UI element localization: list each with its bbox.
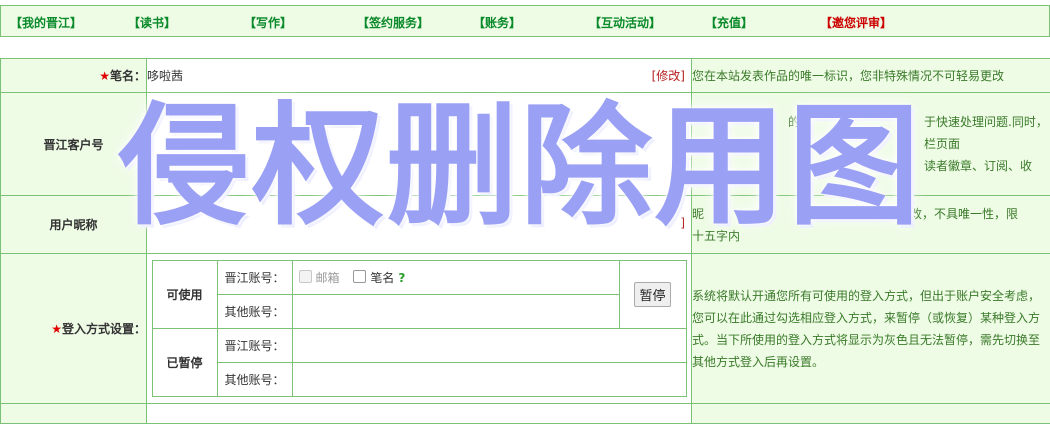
nav-interactive-events[interactable]: 【互动活动】: [589, 14, 661, 31]
customer-id-value-cell: [147, 93, 692, 196]
nickname-label: 用户昵称: [1, 196, 147, 254]
pause-button-cell: 暂停: [619, 261, 686, 329]
nickname-hint-fragment-a: 昵: [692, 203, 704, 225]
nickname-value-cell: ]: [147, 196, 692, 254]
nav-writing[interactable]: 【写作】: [244, 14, 292, 31]
pen-name-label: 笔名：: [110, 69, 146, 83]
penname-option-label: 笔名: [370, 271, 394, 285]
paused-jj-account-label: 晋江账号：: [217, 329, 292, 363]
required-star-icon: ★: [99, 69, 110, 83]
customer-id-hint-fragment-d: 读者徽章、订阅、收: [924, 155, 1032, 177]
nav-reading[interactable]: 【读书】: [128, 14, 176, 31]
nav-contract-service[interactable]: 【签约服务】: [357, 14, 429, 31]
pen-name-value-cell: 哆啦茜 [修改]: [147, 59, 692, 93]
penname-checkbox[interactable]: [353, 270, 366, 283]
nickname-hint-fragment-c: 十五字内: [692, 225, 1050, 247]
available-jj-account-label: 晋江账号：: [217, 261, 292, 295]
available-other-account-label: 其他账号：: [217, 295, 292, 329]
available-jj-account-options: 邮箱 笔名?: [292, 261, 619, 295]
pen-name-hint: 您在本站发表作品的唯一标识，您非特殊情况不可轻易更改: [692, 59, 1050, 93]
paused-group-label: 已暂停: [152, 329, 217, 397]
pen-name-value: 哆啦茜: [147, 69, 183, 83]
login-method-table: 可使用 晋江账号： 邮箱 笔名? 暂停 其他账号：: [152, 260, 687, 397]
pen-name-label-cell: ★笔名：: [1, 59, 147, 93]
login-method-row: ★登入方式设置： 可使用 晋江账号： 邮: [1, 254, 1050, 404]
paused-jj-account-options: [292, 329, 686, 363]
nickname-hint: 昵 修改，不具唯一性，限 十五字内: [692, 196, 1050, 254]
email-checkbox[interactable]: [299, 270, 312, 283]
customer-id-hint-fragment-c: 栏页面: [924, 133, 960, 155]
nickname-row: 用户昵称 ] 昵 修改，不具唯一性，限 十五字内: [1, 196, 1050, 254]
customer-id-row: 晋江客户号 的 于快速处理问题.同时， 栏页面 读者徽章、订阅、收: [1, 93, 1050, 196]
customer-id-label: 晋江客户号: [1, 93, 147, 196]
paused-other-account-options: [292, 363, 686, 397]
login-method-value-cell: 可使用 晋江账号： 邮箱 笔名? 暂停 其他账号：: [147, 254, 692, 404]
pen-name-modify-link[interactable]: [修改]: [652, 67, 685, 84]
login-method-label-cell: ★登入方式设置：: [1, 254, 147, 404]
nav-accounts[interactable]: 【账务】: [473, 14, 521, 31]
login-method-hint: 系统将默认开通您所有可使用的登入方式，但出于账户安全考虑，您可以在此通过勾选相应…: [692, 254, 1050, 404]
help-icon[interactable]: ?: [398, 271, 405, 285]
nav-invite-review[interactable]: 【邀您评审】: [820, 14, 892, 31]
next-row-hint-cell: [692, 404, 1050, 424]
pause-button[interactable]: 暂停: [634, 282, 670, 307]
nickname-hint-fragment-b: 修改，不具唯一性，限: [898, 203, 1018, 225]
customer-id-hint-fragment-a: 的: [788, 111, 800, 133]
available-other-account-options: [292, 295, 619, 329]
customer-id-hint: 的 于快速处理问题.同时， 栏页面 读者徽章、订阅、收: [692, 93, 1050, 196]
pen-name-row: ★笔名： 哆啦茜 [修改] 您在本站发表作品的唯一标识，您非特殊情况不可轻易更改: [1, 59, 1050, 93]
email-option-label: 邮箱: [316, 271, 340, 285]
customer-id-hint-fragment-b: 于快速处理问题.同时，: [924, 111, 1048, 133]
nav-recharge[interactable]: 【充值】: [705, 14, 753, 31]
top-nav-bar: 【我的晋江】 【读书】 【写作】 【签约服务】 【账务】 【互动活动】 【充值】…: [0, 5, 1050, 37]
available-group-label: 可使用: [152, 261, 217, 329]
next-row-label-cell: [1, 404, 147, 424]
nickname-modify-link[interactable]: ]: [680, 216, 685, 230]
nav-my-jinjiang[interactable]: 【我的晋江】: [10, 14, 82, 31]
required-star-icon: ★: [51, 322, 62, 336]
next-row-value-cell: [147, 404, 692, 424]
login-method-label: 登入方式设置：: [62, 322, 146, 336]
next-row: [1, 404, 1050, 424]
account-settings-table: ★笔名： 哆啦茜 [修改] 您在本站发表作品的唯一标识，您非特殊情况不可轻易更改…: [0, 58, 1050, 424]
paused-other-account-label: 其他账号：: [217, 363, 292, 397]
